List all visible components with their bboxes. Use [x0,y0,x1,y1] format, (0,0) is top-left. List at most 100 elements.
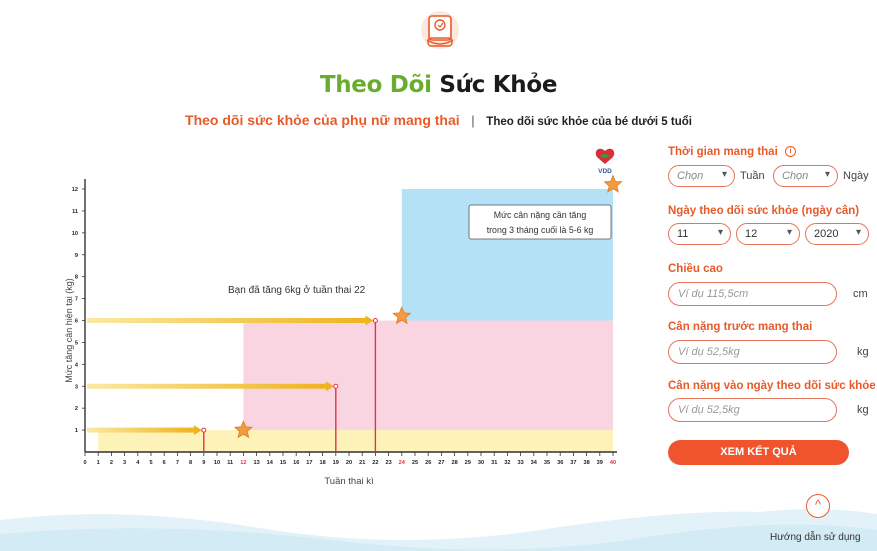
x-tick-label: 8 [189,460,192,466]
x-tick-label: 2 [110,460,113,466]
chevron-up-icon: ^ [814,497,822,512]
bottom-wave-decoration [0,508,877,551]
chevron-down-icon: ▾ [717,227,723,238]
x-tick-label: 17 [306,460,312,466]
x-tick-label: 1 [97,460,100,466]
x-tick-label: 26 [425,460,431,466]
callout-line-1: Mức cân nặng cần tăng [494,210,587,220]
x-tick-label: 20 [346,460,352,466]
weight-gain-chart: 0 1 2 3 4 5 6 7 8 9 10 11 12 13 14 15 16 17 18 19 20 21 22 23 24… [64,148,623,487]
tab-bar: Theo dõi sức khỏe của phụ nữ mang thai |… [0,112,877,128]
x-tick-label: 38 [583,460,589,466]
progress-arrow [87,427,194,433]
y-tick-label: 11 [72,209,78,215]
week-select-value: Chọn [677,170,704,182]
day-select-value: Chọn [782,170,809,182]
x-tick-label: 29 [465,460,471,466]
x-tick-label: 28 [451,460,457,466]
help-label[interactable]: Hướng dẫn sử dụng [770,532,861,543]
weight-now-input[interactable]: Ví dụ 52,5kg [668,398,837,422]
progress-arrow [87,383,326,389]
help-button[interactable]: ^ [806,494,830,518]
x-tick-label: 31 [491,460,497,466]
tracking-day-select[interactable]: 11 ▾ [668,223,731,245]
x-tick-label: 23 [385,460,391,466]
week-select[interactable]: Chọn ▾ [668,165,735,187]
x-tick-label: 10 [214,460,220,466]
x-tick-label: 9 [202,460,205,466]
x-tick-label: 40 [610,460,616,466]
x-tick-label: 34 [531,460,538,466]
x-tick-label: 12 [240,460,246,466]
page-title-part2: Sức Khỏe [439,72,558,98]
x-tick-label: 14 [267,460,274,466]
x-tick-label: 15 [280,460,286,466]
chevron-down-icon: ▾ [855,227,861,238]
week-marker-dot [333,383,339,389]
x-tick-label: 33 [517,460,523,466]
y-tick-label: 4 [75,362,79,368]
y-tick-label: 9 [75,253,78,259]
page-title-part1: Theo Dõi [319,72,432,98]
tracking-day-value: 11 [677,228,689,240]
callout-line-2: trong 3 tháng cuối là 5-6 kg [487,225,594,235]
tab-children-under-5[interactable]: Theo dõi sức khỏe của bé dưới 5 tuổi [486,116,692,128]
x-tick-label: 13 [253,460,259,466]
pregnancy-time-label-text: Thời gian mang thai [668,146,778,158]
week-unit: Tuần [740,170,765,182]
y-tick-label: 7 [75,297,78,303]
x-tick-label: 21 [359,460,365,466]
x-tick-label: 32 [504,460,510,466]
tab-separator: | [471,113,475,128]
x-tick-label: 11 [227,460,233,466]
x-tick-label: 24 [399,460,406,466]
progress-annotation: Bạn đã tăng 6kg ở tuần thai 22 [228,284,366,296]
info-icon[interactable]: i [784,146,796,158]
day-unit: Ngày [843,170,869,182]
x-tick-label: 18 [319,460,325,466]
x-tick-label: 37 [570,460,576,466]
x-tick-label: 22 [372,460,378,466]
week-marker-dot [201,427,207,433]
weight-before-input[interactable]: Ví dụ 52,5kg [668,340,837,364]
x-tick-label: 25 [412,460,418,466]
y-tick-label: 1 [75,428,78,434]
x-tick-label: 30 [478,460,484,466]
x-axis-label: Tuần thai kì [324,476,374,487]
x-tick-label: 4 [136,460,140,466]
height-unit: cm [853,288,868,300]
weight-before-label: Cân nặng trước mang thai [668,321,813,333]
y-tick-label: 8 [75,275,78,281]
x-tick-label: 36 [557,460,563,466]
height-input[interactable]: Ví dụ 115,5cm [668,282,837,306]
x-tick-label: 19 [333,460,339,466]
x-tick-label: 27 [438,460,444,466]
x-tick-label: 16 [293,460,299,466]
week-marker-dot [372,318,378,323]
height-label: Chiều cao [668,263,723,275]
tracking-month-value: 12 [745,228,758,240]
view-result-button[interactable]: XEM KẾT QUẢ [668,440,849,465]
y-tick-label: 3 [75,384,78,390]
chart-zone-1 [243,320,613,431]
tracking-year-select[interactable]: 2020 ▾ [805,223,869,245]
tab-pregnant-women[interactable]: Theo dõi sức khỏe của phụ nữ mang thai [185,112,460,128]
vdd-logo-text: VDD [598,168,612,175]
progress-arrow [87,318,366,323]
y-tick-label: 10 [72,231,78,237]
page-title: Theo Dõi Sức Khỏe [0,72,877,98]
y-tick-label: 6 [75,319,78,325]
weight-before-unit: kg [857,346,869,358]
pregnancy-time-label: Thời gian mang thai i [668,146,796,158]
chart-zone-0 [98,430,613,452]
day-select[interactable]: Chọn ▾ [773,165,838,187]
chevron-down-icon: ▾ [786,227,792,238]
tracking-month-select[interactable]: 12 ▾ [736,223,800,245]
chevron-down-icon: ▾ [824,169,830,180]
y-axis-label: Mức tăng cân hiện tại (kg) [64,278,74,383]
x-tick-label: 6 [163,460,166,466]
y-tick-label: 5 [75,340,78,346]
y-tick-label: 2 [75,406,78,412]
x-tick-label: 7 [176,460,179,466]
tracking-year-value: 2020 [814,228,839,240]
